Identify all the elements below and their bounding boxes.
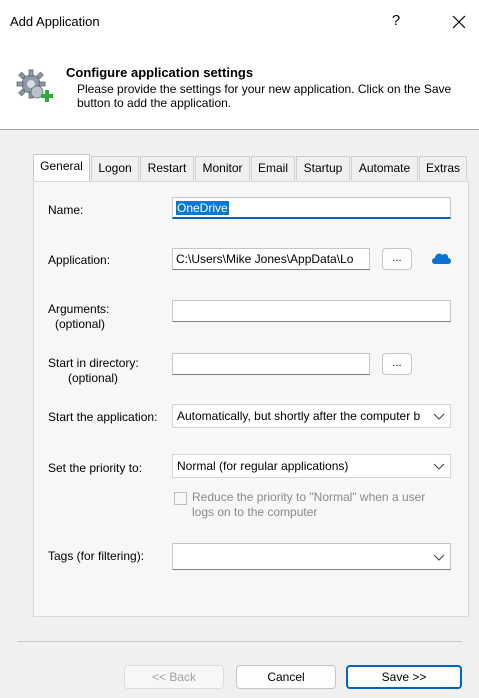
start-directory-optional-label: (optional) bbox=[68, 371, 119, 385]
header-description: Please provide the settings for your new… bbox=[77, 82, 452, 110]
reduce-priority-checkbox[interactable] bbox=[174, 492, 187, 505]
gear-add-icon bbox=[15, 68, 55, 108]
start-directory-input[interactable] bbox=[172, 353, 370, 375]
chevron-down-icon bbox=[428, 455, 450, 477]
help-button[interactable]: ? bbox=[386, 12, 406, 29]
arguments-optional-label: (optional) bbox=[55, 317, 106, 331]
start-application-dropdown[interactable]: Automatically, but shortly after the com… bbox=[172, 404, 451, 428]
tab-automate[interactable]: Automate bbox=[351, 156, 418, 180]
cancel-button[interactable]: Cancel bbox=[236, 665, 336, 689]
tab-restart[interactable]: Restart bbox=[140, 156, 194, 180]
start-directory-browse-button[interactable]: ... bbox=[382, 353, 412, 375]
tab-email[interactable]: Email bbox=[251, 156, 295, 180]
start-application-value: Automatically, but shortly after the com… bbox=[177, 409, 421, 423]
priority-dropdown[interactable]: Normal (for regular applications) bbox=[172, 454, 451, 478]
reduce-priority-label-line2: logs on to the computer bbox=[192, 505, 318, 519]
tab-monitor[interactable]: Monitor bbox=[195, 156, 250, 180]
footer-separator bbox=[17, 641, 462, 642]
title-bar: Add Application ? bbox=[0, 0, 479, 40]
priority-label: Set the priority to: bbox=[48, 461, 143, 475]
header-title: Configure application settings bbox=[66, 65, 254, 80]
application-label: Application: bbox=[48, 253, 111, 267]
tab-logon[interactable]: Logon bbox=[91, 156, 139, 180]
header-banner: Configure application settings Please pr… bbox=[0, 40, 479, 130]
application-input[interactable]: C:\Users\Mike Jones\AppData\Lo bbox=[172, 248, 370, 270]
start-directory-label: Start in directory: bbox=[48, 356, 139, 370]
back-button[interactable]: << Back bbox=[124, 665, 224, 689]
chevron-down-icon bbox=[428, 546, 450, 568]
application-browse-button[interactable]: ... bbox=[382, 248, 412, 270]
onedrive-cloud-icon bbox=[430, 250, 452, 266]
name-value: OneDrive bbox=[176, 201, 229, 215]
priority-value: Normal (for regular applications) bbox=[177, 459, 349, 473]
name-label: Name: bbox=[48, 203, 84, 217]
tab-general[interactable]: General bbox=[33, 154, 90, 181]
window-title: Add Application bbox=[10, 14, 100, 29]
tags-dropdown[interactable] bbox=[172, 543, 451, 570]
name-input[interactable]: OneDrive bbox=[172, 197, 451, 219]
tab-extras[interactable]: Extras bbox=[419, 156, 467, 180]
arguments-label: Arguments: bbox=[48, 302, 110, 316]
close-icon[interactable] bbox=[447, 10, 471, 34]
tab-startup[interactable]: Startup bbox=[296, 156, 350, 180]
save-button[interactable]: Save >> bbox=[346, 665, 462, 689]
arguments-input[interactable] bbox=[172, 300, 451, 322]
tags-label: Tags (for filtering): bbox=[48, 549, 145, 563]
chevron-down-icon bbox=[428, 405, 450, 427]
start-application-label: Start the application: bbox=[48, 410, 158, 424]
reduce-priority-label-line1: Reduce the priority to "Normal" when a u… bbox=[192, 490, 426, 504]
